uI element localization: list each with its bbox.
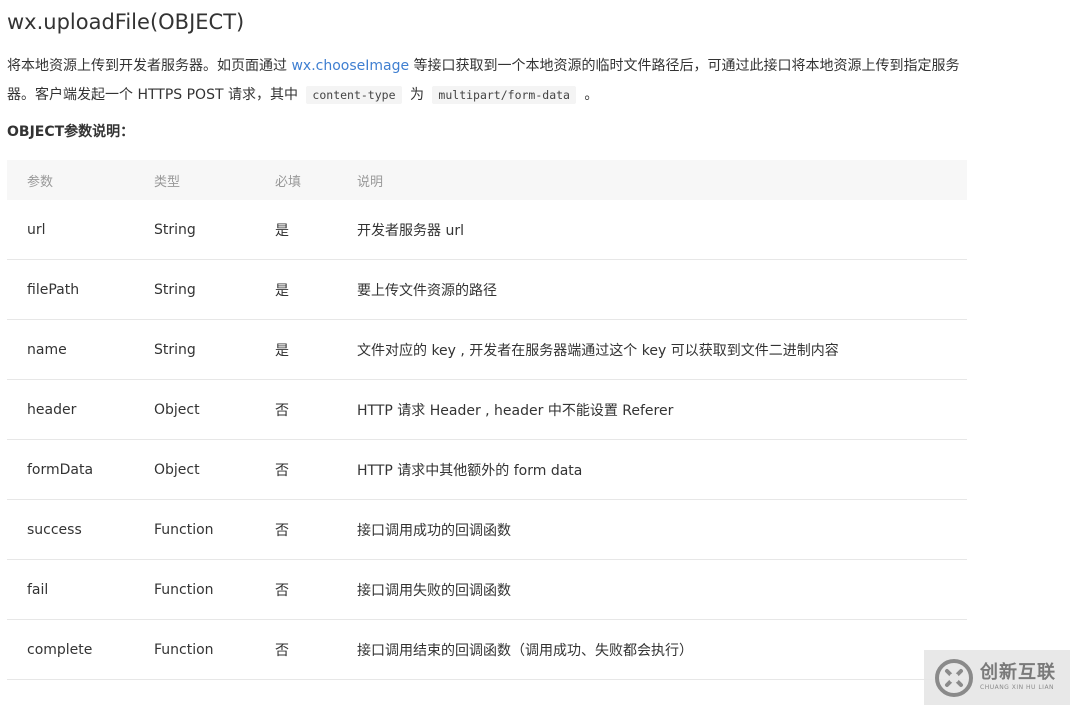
param-desc: 开发者服务器 url bbox=[357, 222, 464, 239]
brand-logo-icon bbox=[935, 658, 973, 697]
param-name: fail bbox=[27, 581, 49, 598]
param-desc: 接口调用失败的回调函数 bbox=[357, 582, 511, 599]
param-required: 是 bbox=[275, 342, 289, 359]
param-type: Function bbox=[154, 521, 214, 538]
param-required: 是 bbox=[275, 222, 289, 239]
choose-image-link[interactable]: wx.chooseImage bbox=[291, 58, 409, 74]
header-type: 类型 bbox=[154, 174, 181, 190]
table-row: formData Object 否 HTTP 请求中其他额外的 form dat… bbox=[7, 440, 967, 500]
param-required: 否 bbox=[275, 582, 289, 599]
param-name: complete bbox=[27, 641, 93, 658]
description-text-4: 。 bbox=[579, 87, 599, 103]
api-description: 将本地资源上传到开发者服务器。如页面通过 wx.chooseImage 等接口获… bbox=[7, 52, 972, 110]
table-row: url String 是 开发者服务器 url bbox=[7, 200, 967, 260]
param-desc: 文件对应的 key , 开发者在服务器端通过这个 key 可以获取到文件二进制内… bbox=[357, 342, 839, 359]
param-required: 否 bbox=[275, 522, 289, 539]
param-type: Function bbox=[154, 641, 214, 658]
param-desc: 接口调用结束的回调函数（调用成功、失败都会执行） bbox=[357, 642, 693, 659]
param-name: url bbox=[27, 221, 46, 238]
param-desc: 接口调用成功的回调函数 bbox=[357, 522, 511, 539]
table-row: success Function 否 接口调用成功的回调函数 bbox=[7, 500, 967, 560]
param-type: Object bbox=[154, 401, 200, 418]
param-type: String bbox=[154, 341, 196, 358]
params-subheading: OBJECT参数说明： bbox=[7, 124, 135, 140]
params-table: 参数 类型 必填 说明 url String 是 开发者服务器 url file… bbox=[7, 160, 967, 680]
param-desc: HTTP 请求 Header , header 中不能设置 Referer bbox=[357, 402, 674, 419]
table-row: header Object 否 HTTP 请求 Header , header … bbox=[7, 380, 967, 440]
header-desc: 说明 bbox=[357, 174, 384, 190]
table-row: fail Function 否 接口调用失败的回调函数 bbox=[7, 560, 967, 620]
table-row: complete Function 否 接口调用结束的回调函数（调用成功、失败都… bbox=[7, 620, 967, 680]
param-type: String bbox=[154, 281, 196, 298]
param-name: name bbox=[27, 341, 67, 358]
table-header: 参数 类型 必填 说明 bbox=[7, 160, 967, 200]
param-required: 否 bbox=[275, 642, 289, 659]
page-title: wx.uploadFile(OBJECT) bbox=[7, 10, 245, 34]
brand-name-en: CHUANG XIN HU LIAN bbox=[980, 684, 1055, 691]
param-required: 否 bbox=[275, 402, 289, 419]
brand-name-cn: 创新互联 bbox=[980, 662, 1056, 683]
param-name: filePath bbox=[27, 281, 80, 298]
code-content-type: content-type bbox=[306, 86, 402, 104]
description-text-1: 将本地资源上传到开发者服务器。如页面通过 bbox=[7, 58, 292, 74]
header-required: 必填 bbox=[275, 174, 302, 190]
param-type: Function bbox=[154, 581, 214, 598]
table-row: name String 是 文件对应的 key , 开发者在服务器端通过这个 k… bbox=[7, 320, 967, 380]
description-text-3: 为 bbox=[405, 87, 429, 103]
table-row: filePath String 是 要上传文件资源的路径 bbox=[7, 260, 967, 320]
code-multipart: multipart/form-data bbox=[432, 86, 576, 104]
header-param: 参数 bbox=[27, 174, 54, 190]
param-name: formData bbox=[27, 461, 94, 478]
brand-watermark: 创新互联 CHUANG XIN HU LIAN bbox=[924, 650, 1070, 705]
brand-text: 创新互联 CHUANG XIN HU LIAN bbox=[980, 663, 1056, 692]
param-required: 否 bbox=[275, 462, 289, 479]
param-required: 是 bbox=[275, 282, 289, 299]
param-name: success bbox=[27, 521, 82, 538]
param-name: header bbox=[27, 401, 77, 418]
param-type: Object bbox=[154, 461, 200, 478]
param-desc: 要上传文件资源的路径 bbox=[357, 282, 497, 299]
param-type: String bbox=[154, 221, 196, 238]
param-desc: HTTP 请求中其他额外的 form data bbox=[357, 462, 583, 479]
